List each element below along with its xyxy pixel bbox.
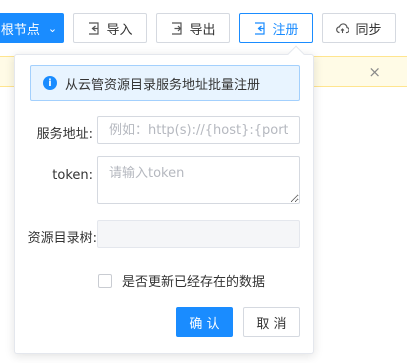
token-textarea[interactable] — [97, 156, 300, 204]
export-label: 导出 — [189, 22, 216, 38]
sync-label: 同步 — [355, 22, 382, 38]
import-button[interactable]: 导入 — [73, 13, 147, 43]
import-label: 导入 — [106, 22, 133, 38]
close-icon[interactable]: × — [368, 63, 381, 81]
export-icon — [170, 21, 183, 35]
confirm-button[interactable]: 确 认 — [176, 307, 233, 337]
import-icon — [87, 21, 100, 35]
service-address-input[interactable] — [97, 116, 300, 144]
root-node-button-label: 根节点 — [0, 22, 40, 38]
chevron-down-icon: ⌄ — [47, 21, 58, 35]
page-root: 根节点 ⌄ 导入 导出 注册 同步 × i 从云管资源目录服务地址批量注册 服务… — [0, 0, 407, 363]
register-button[interactable]: 注册 — [239, 13, 313, 43]
cancel-button[interactable]: 取 消 — [243, 307, 300, 337]
register-popover: i 从云管资源目录服务地址批量注册 服务地址: token: 资源目录树: 是否… — [14, 45, 314, 354]
update-existing-checkbox[interactable] — [98, 273, 112, 288]
resource-tree-select — [97, 220, 300, 248]
register-icon — [253, 21, 266, 35]
info-icon: i — [43, 76, 57, 90]
token-label: token: — [52, 168, 93, 183]
update-existing-option[interactable]: 是否更新已经存在的数据 — [98, 271, 265, 290]
export-button[interactable]: 导出 — [156, 13, 230, 43]
update-existing-label: 是否更新已经存在的数据 — [122, 275, 266, 290]
resource-tree-label: 资源目录树: — [27, 231, 97, 246]
toolbar: 根节点 ⌄ 导入 导出 注册 同步 — [0, 0, 407, 56]
cloud-sync-icon — [336, 22, 350, 35]
service-address-label: 服务地址: — [36, 127, 93, 142]
register-label: 注册 — [272, 22, 299, 38]
info-text: 从云管资源目录服务地址批量注册 — [65, 77, 261, 93]
info-alert: i 从云管资源目录服务地址批量注册 — [30, 65, 300, 101]
root-node-dropdown-button[interactable]: 根节点 ⌄ — [0, 13, 64, 43]
sync-button[interactable]: 同步 — [322, 13, 396, 43]
